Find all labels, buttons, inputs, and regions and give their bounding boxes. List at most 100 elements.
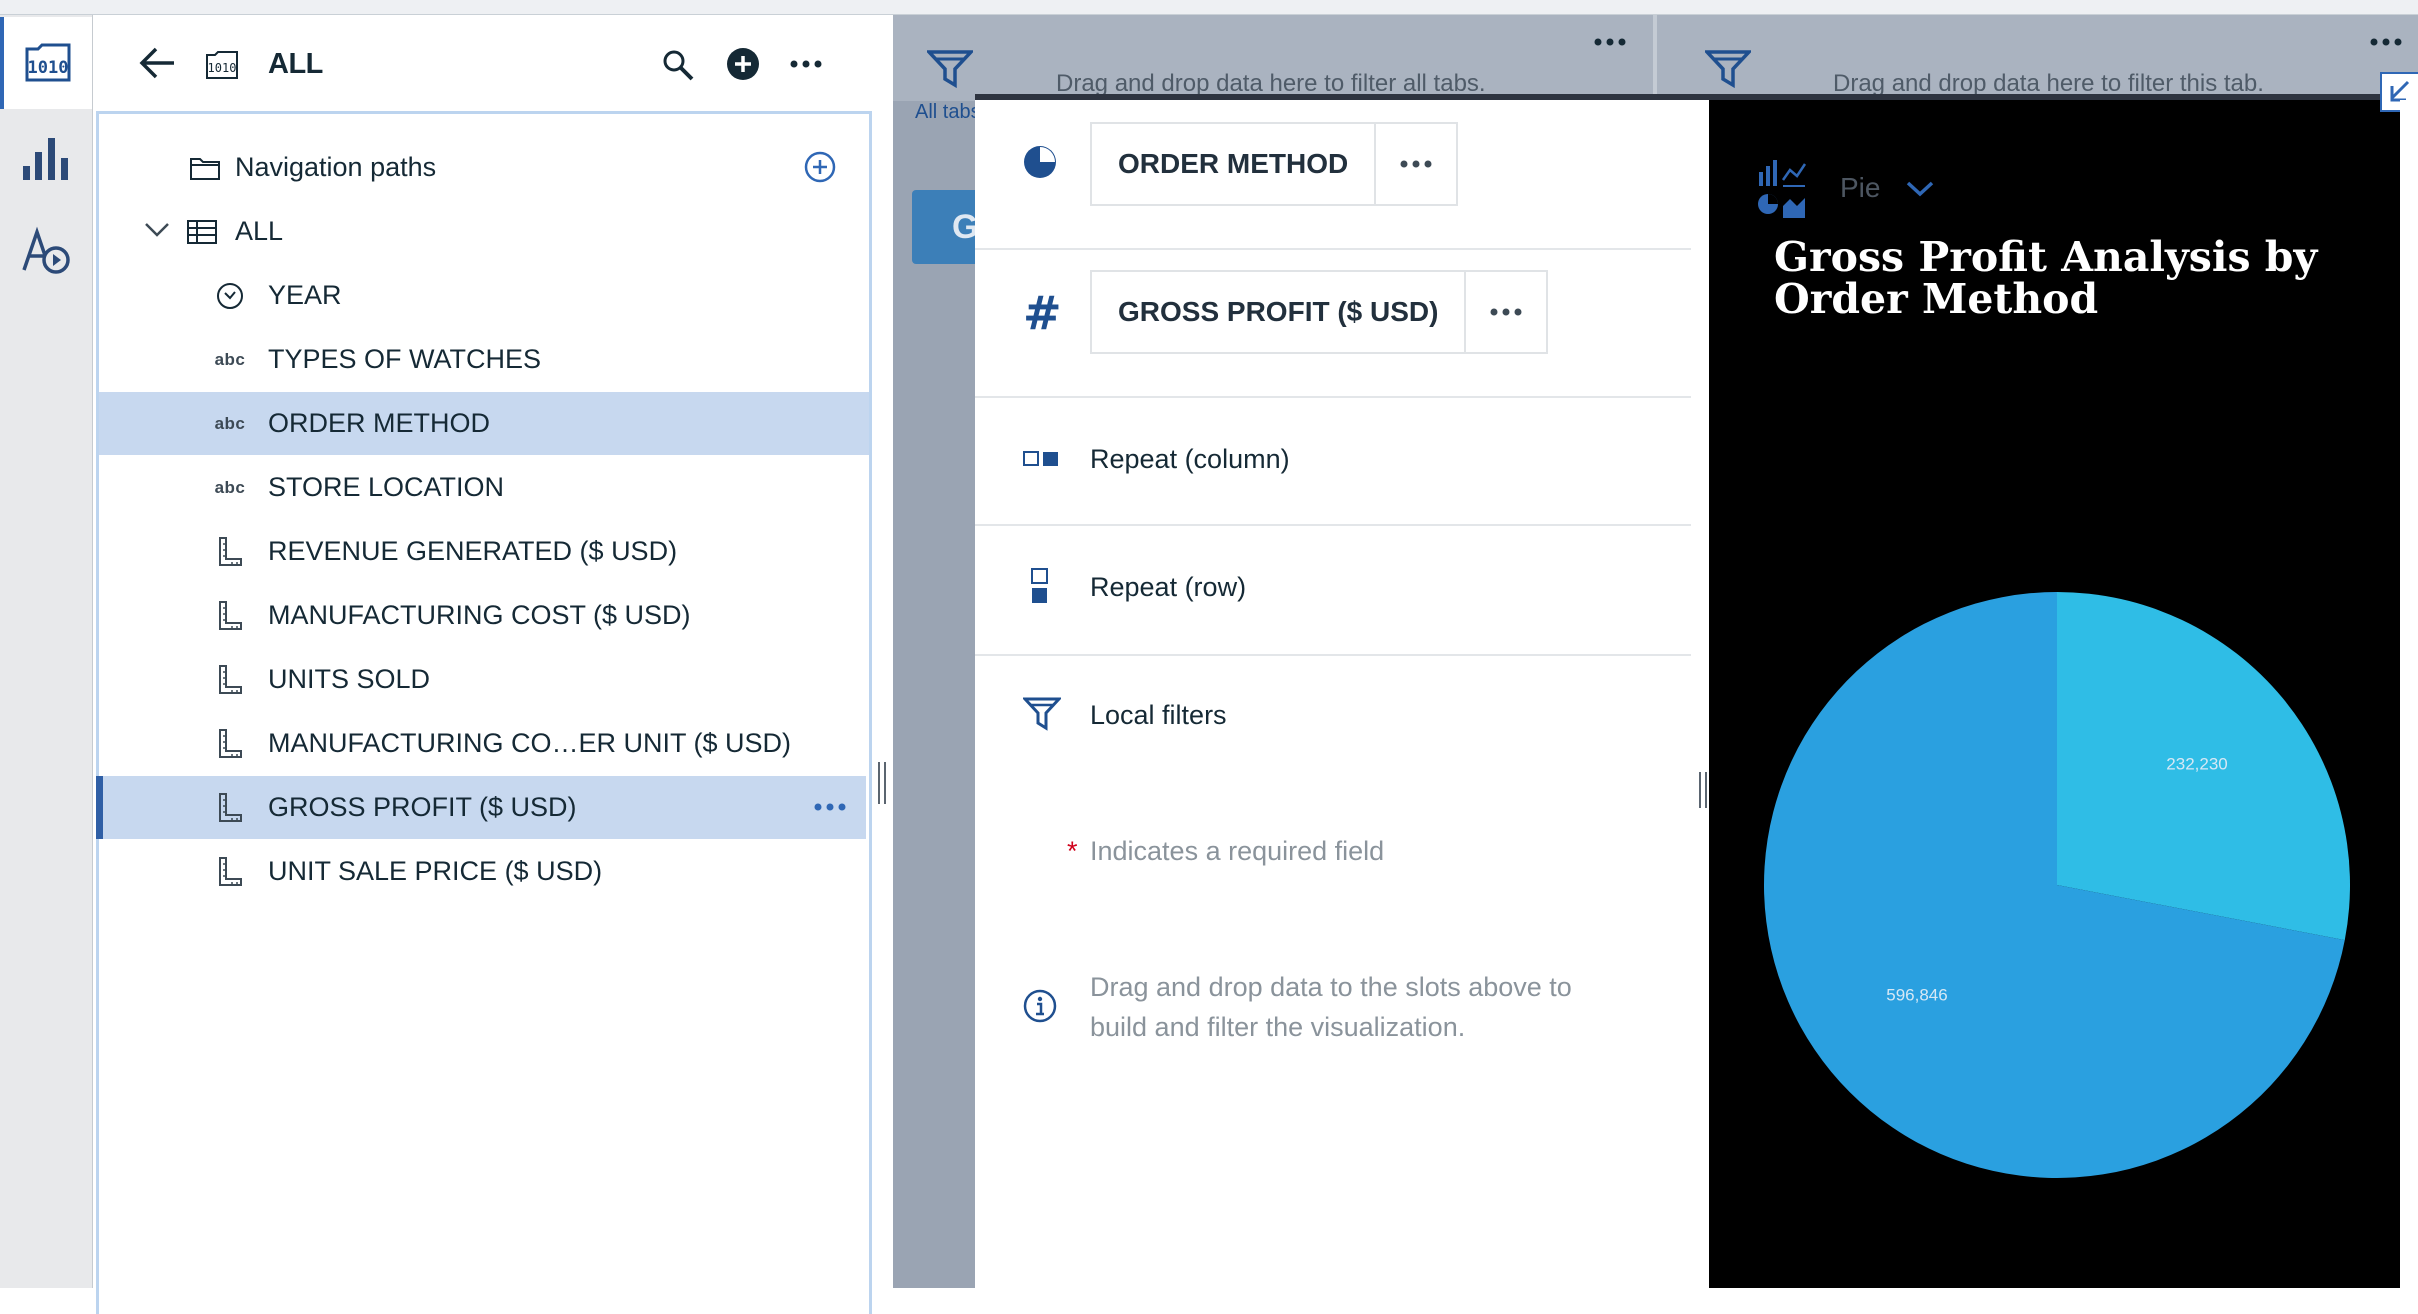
info-icon [1022,988,1058,1024]
data-panel-header: 1010 ALL [93,15,893,111]
slot-chip-more-button[interactable] [1374,124,1456,204]
search-button[interactable] [661,48,695,82]
repeat-column-icon [1023,450,1059,468]
tree-item-store-location[interactable]: abc STORE LOCATION [99,456,869,519]
filter-bar: All tabs Drag and drop data here to filt… [893,15,2418,123]
info-text-line2: build and filter the visualization. [1090,1012,1466,1042]
text-type-icon: abc [214,413,246,433]
tree-item-gross-profit[interactable]: GROSS PROFIT ($ USD) [96,776,866,839]
tree-item-label: ORDER METHOD [268,408,490,438]
local-filter-icon [1023,696,1061,732]
visualization-config-panel: ORDER METHOD # GROSS PROFIT ($ USD) Repe… [975,100,1709,1288]
ruler-icon [213,663,247,697]
ellipsis-icon [1400,160,1432,168]
ruler-icon [213,535,247,569]
pie-slice-label: 596,846 [1886,986,1947,1005]
ellipsis-icon [2370,38,2402,46]
arrow-left-icon [139,47,174,79]
slot-chip-order-method[interactable]: ORDER METHOD [1090,122,1459,206]
data-tree: Navigation paths ALL YEAR abc TYPES OF W… [96,111,872,1314]
tree-item-all[interactable]: ALL [99,200,869,263]
rail-visualizations[interactable] [0,111,92,203]
filter-this-tab-icon[interactable] [1705,49,1751,89]
more-options-button[interactable] [789,59,823,69]
hash-icon: # [1023,286,1062,340]
right-edge-panel [2400,100,2418,1288]
tree-item-revenue-generated[interactable]: REVENUE GENERATED ($ USD) [99,520,869,583]
search-icon [663,50,694,81]
slot-chip-gross-profit[interactable]: GROSS PROFIT ($ USD) [1090,270,1549,354]
slot-chip-more-button[interactable] [1464,272,1546,352]
filter-tab-more-button[interactable] [2369,37,2403,47]
visualization-panel: Pie Gross Profit Analysis by Order Metho… [1709,100,2409,1288]
tree-item-types-of-watches[interactable]: abc TYPES OF WATCHES [99,328,869,391]
source-title: ALL [268,48,323,80]
text-type-icon: abc [214,477,246,497]
add-button[interactable] [726,47,760,81]
tree-item-manufacturing-cost-per-unit[interactable]: MANUFACTURING CO…ER UNIT ($ USD) [99,712,869,775]
tree-item-label: MANUFACTURING COST ($ USD) [268,600,691,630]
slot-chip-label: GROSS PROFIT ($ USD) [1118,296,1439,327]
bar-chart-icon [23,138,68,180]
tree-item-label: UNIT SALE PRICE ($ USD) [268,856,603,886]
ellipsis-icon [1594,38,1626,46]
tree-item-manufacturing-cost[interactable]: MANUFACTURING COST ($ USD) [99,584,869,647]
svg-text:1010: 1010 [208,61,237,75]
panel-splitter-handle[interactable] [876,760,888,806]
repeat-row-icon [1030,568,1050,604]
tree-item-unit-sale-price[interactable]: UNIT SALE PRICE ($ USD) [99,840,869,903]
tree-item-label: Navigation paths [235,152,437,182]
rail-data-sources[interactable]: 1010 [0,17,92,109]
ellipsis-icon [1490,308,1522,316]
shapes-media-icon [22,226,70,274]
left-rail: 1010 [0,15,93,1288]
tree-item-label: TYPES OF WATCHES [268,344,542,374]
tree-item-year[interactable]: YEAR [99,264,869,327]
filter-bar-divider [1653,15,1657,101]
table-icon [185,215,219,249]
slot-segments: ORDER METHOD [975,100,1691,250]
rail-assets[interactable] [0,205,92,297]
tree-item-order-method[interactable]: abc ORDER METHOD [99,392,869,455]
svg-text:1010: 1010 [28,58,69,78]
tree-item-label: REVENUE GENERATED ($ USD) [268,536,678,566]
back-button[interactable] [138,45,178,81]
info-text-line1: Drag and drop data to the slots above to [1090,972,1572,1002]
required-field-note: Indicates a required field [1090,836,1385,866]
slot-chip-label: ORDER METHOD [1118,148,1349,179]
ruler-icon [213,599,247,633]
filter-all-tabs-icon[interactable] [927,49,973,89]
chevron-down-icon[interactable] [144,222,170,238]
ruler-icon [213,791,247,825]
top-strip [0,0,2418,15]
add-navigation-path-button[interactable] [803,150,837,184]
plus-circle-outline-icon [804,151,836,183]
required-star: * [1067,836,1078,866]
ruler-icon [213,727,247,761]
tree-item-label: STORE LOCATION [268,472,505,502]
config-splitter-handle[interactable] [1697,770,1709,810]
item-more-button[interactable] [813,802,847,812]
dashboard-button[interactable]: G [912,190,978,264]
plus-circle-icon [727,48,759,80]
source-icon-wrap: 1010 [205,51,239,79]
folder-icon [188,151,222,185]
tree-item-navigation-paths[interactable]: Navigation paths [99,136,869,199]
local-filters-label[interactable]: Local filters [1090,700,1227,731]
tree-item-label: GROSS PROFIT ($ USD) [268,792,577,822]
ruler-icon [213,855,247,889]
slot-repeat-row[interactable]: Repeat (row) [975,526,1691,656]
slot-repeat-column[interactable]: Repeat (column) [975,398,1691,526]
text-type-icon: abc [214,349,246,369]
data-source-icon: 1010 [206,51,238,79]
ellipsis-icon [814,803,846,811]
pie-slot-icon [1022,144,1058,180]
pie-slice-label: 232,230 [2166,754,2227,773]
data-source-icon: 1010 [25,43,71,82]
all-tabs-label: All tabs [915,101,981,123]
repeat-row-label: Repeat (row) [1090,572,1247,602]
repeat-column-label: Repeat (column) [1090,444,1290,474]
filter-all-more-button[interactable] [1593,37,1627,47]
ellipsis-icon [790,60,822,68]
tree-item-units-sold[interactable]: UNITS SOLD [99,648,869,711]
